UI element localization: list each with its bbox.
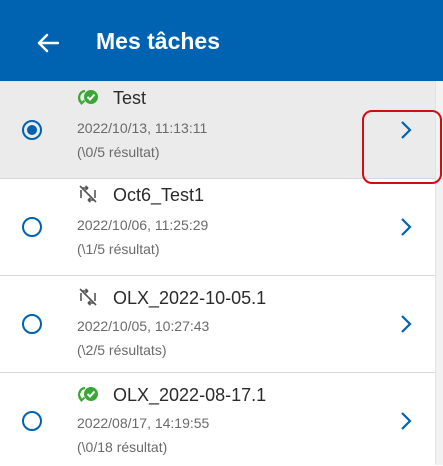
task-row[interactable]: OLX_2022-10-05.1 2022/10/05, 10:27:43 (\…	[0, 276, 435, 373]
task-radio[interactable]	[22, 314, 42, 334]
task-result: (\0/5 résultat)	[77, 144, 160, 160]
chevron-right-icon[interactable]	[399, 217, 413, 237]
arrow-left-icon	[37, 33, 59, 53]
task-date: 2022/08/17, 14:19:55	[77, 415, 210, 431]
back-button[interactable]	[30, 25, 66, 61]
task-date: 2022/10/05, 10:27:43	[77, 318, 210, 334]
app-header: Mes tâches	[0, 0, 443, 81]
task-radio[interactable]	[22, 217, 42, 237]
task-row[interactable]: OLX_2022-08-17.1 2022/08/17, 14:19:55 (\…	[0, 373, 435, 466]
chevron-right-icon[interactable]	[399, 314, 413, 334]
task-date: 2022/10/06, 11:25:29	[77, 217, 209, 233]
task-name: OLX_2022-08-17.1	[113, 385, 267, 405]
task-result: (\0/18 résultat)	[77, 439, 168, 455]
task-radio-selected[interactable]	[22, 120, 42, 140]
sync-ok-icon	[78, 89, 98, 106]
task-result: (\2/5 résultats)	[77, 342, 167, 358]
task-radio[interactable]	[22, 411, 42, 431]
task-name: Oct6_Test1	[113, 185, 205, 205]
task-date: 2022/10/13, 11:13:11	[77, 120, 208, 136]
sync-disabled-icon	[79, 288, 97, 306]
task-name: OLX_2022-10-05.1	[113, 288, 267, 308]
task-name: Test	[113, 88, 147, 108]
highlight-annotation	[362, 110, 442, 184]
task-result: (\1/5 résultat)	[77, 241, 160, 257]
page-title: Mes tâches	[96, 28, 221, 54]
task-row[interactable]: Oct6_Test1 2022/10/06, 11:25:29 (\1/5 ré…	[0, 179, 435, 276]
chevron-right-icon[interactable]	[399, 411, 413, 431]
sync-ok-icon	[78, 386, 98, 403]
sync-disabled-icon	[79, 185, 97, 203]
